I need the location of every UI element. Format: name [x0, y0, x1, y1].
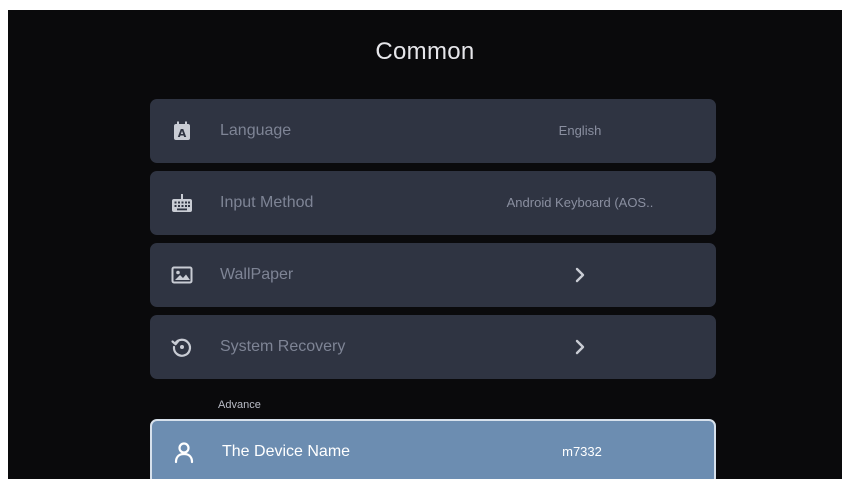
device-name-label: The Device Name [222, 443, 351, 460]
image-icon [170, 263, 194, 287]
person-icon [172, 440, 196, 464]
device-name-row[interactable]: The Device Name m7332 [150, 419, 716, 479]
chevron-right-icon [572, 339, 588, 355]
chevron-right-icon [572, 267, 588, 283]
wallpaper-row[interactable]: WallPaper [150, 243, 716, 307]
restore-icon [170, 335, 194, 359]
settings-screen: Common A Language English Input Method A… [8, 10, 842, 479]
keyboard-icon [170, 191, 194, 215]
system-recovery-label: System Recovery [220, 338, 346, 355]
device-name-value: m7332 [562, 444, 602, 459]
system-recovery-row[interactable]: System Recovery [150, 315, 716, 379]
language-value: English [558, 123, 602, 138]
wallpaper-label: WallPaper [220, 266, 294, 283]
svg-text:A: A [178, 127, 187, 140]
language-label: Language [220, 122, 292, 139]
language-row[interactable]: A Language English [150, 99, 716, 163]
input-method-row[interactable]: Input Method Android Keyboard (AOS.. [150, 171, 716, 235]
advance-section-label: Advance [218, 399, 261, 411]
input-method-label: Input Method [220, 194, 314, 211]
page-title: Common [375, 38, 475, 65]
input-method-value: Android Keyboard (AOS.. [506, 195, 654, 210]
language-icon: A [170, 119, 194, 143]
